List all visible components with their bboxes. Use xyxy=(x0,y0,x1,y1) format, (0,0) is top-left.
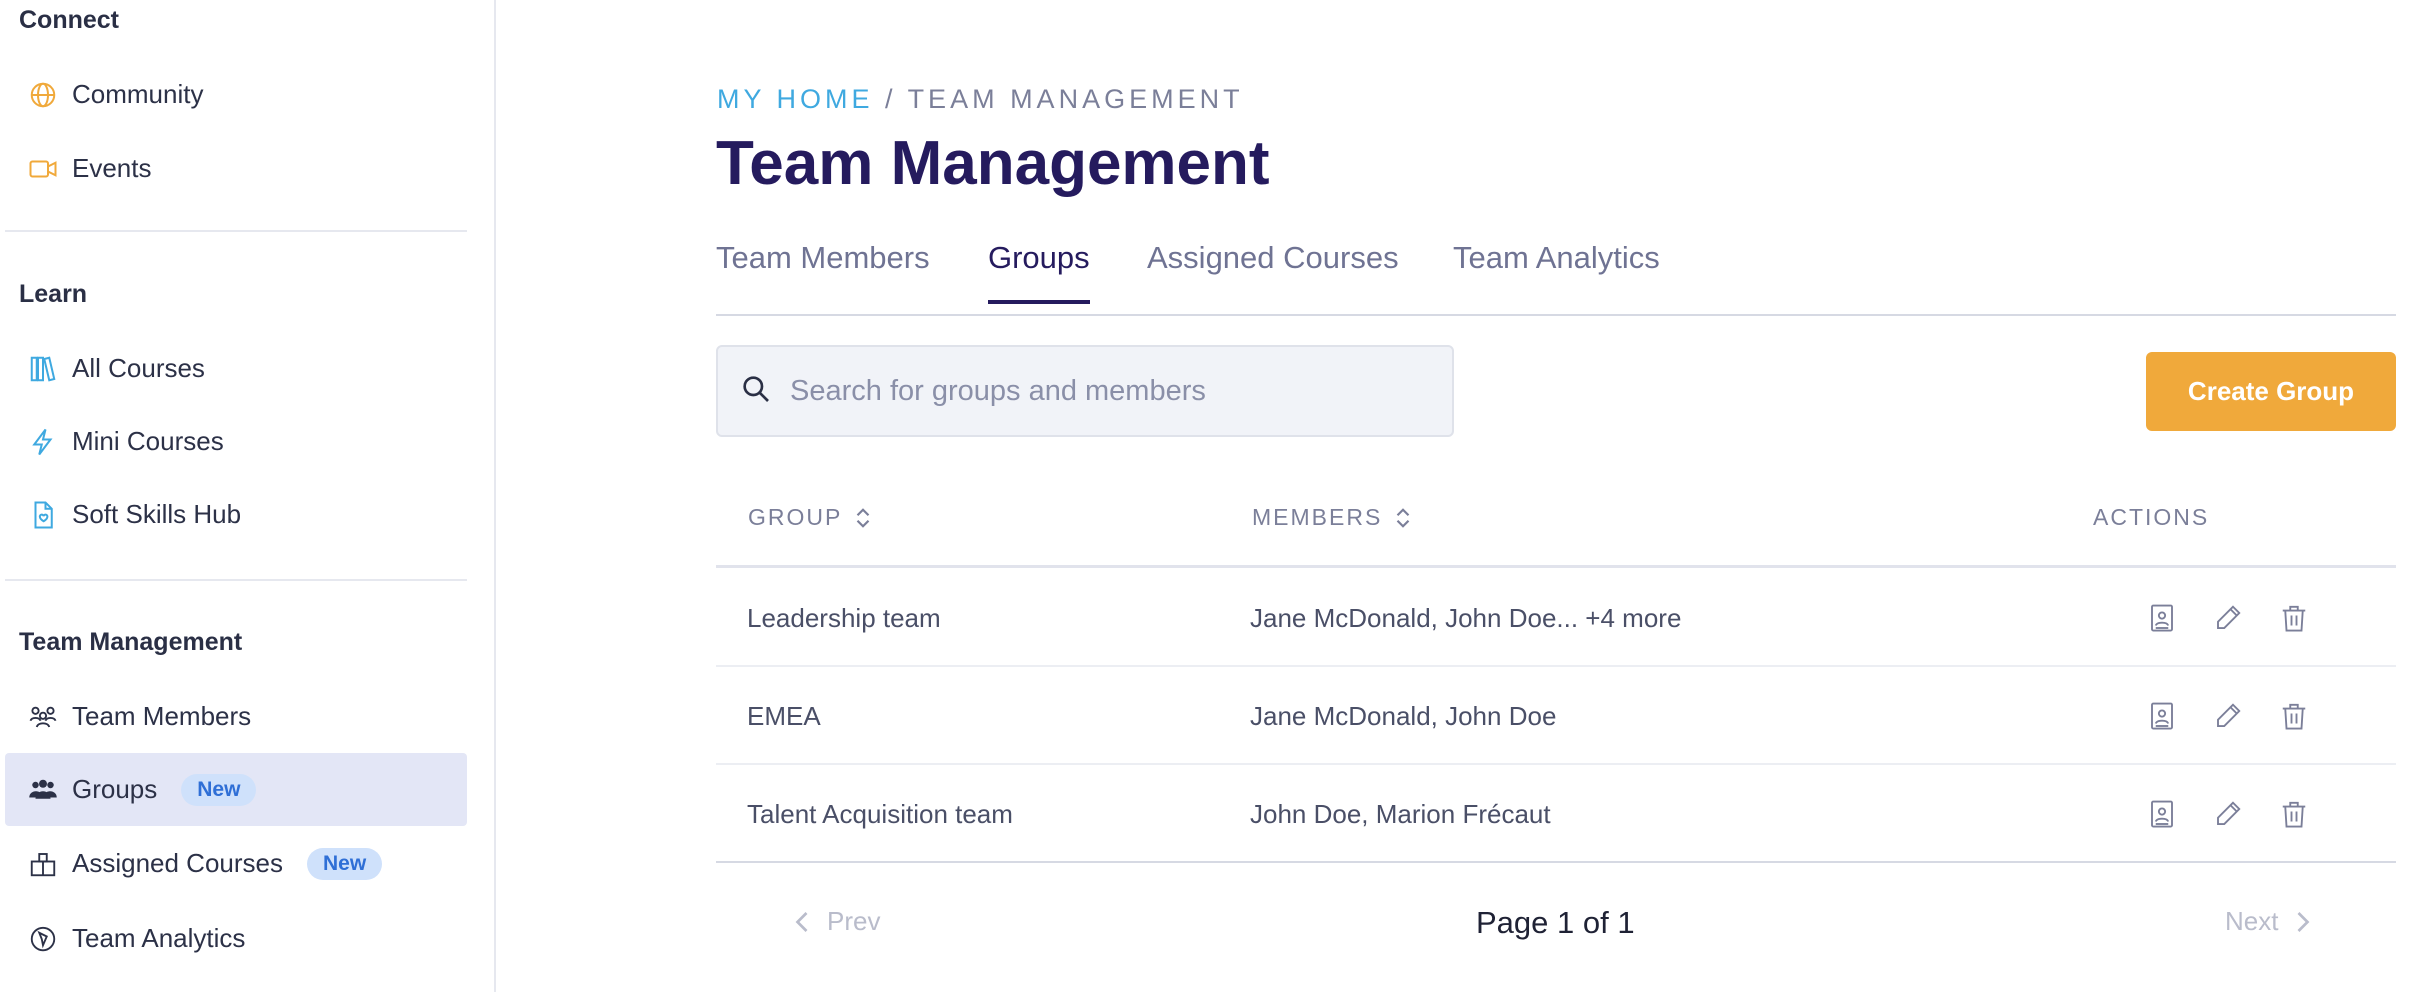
sidebar-item-label: Team Analytics xyxy=(72,923,246,953)
tab-bar: Team Members Groups Assigned Courses Tea… xyxy=(716,236,2396,316)
page-title: Team Management xyxy=(716,129,1270,198)
table-row: EMEA Jane McDonald, John Doe xyxy=(716,667,2396,765)
breadcrumb-current: TEAM MANAGEMENT xyxy=(907,84,1244,114)
video-icon xyxy=(26,152,60,186)
view-members-icon[interactable] xyxy=(2145,797,2179,831)
sidebar-item-label: Events xyxy=(72,153,152,183)
next-page-button[interactable]: Next xyxy=(2225,906,2312,937)
table-header-divider xyxy=(716,565,2396,568)
section-title-learn: Learn xyxy=(19,280,88,308)
sidebar-item-team-analytics[interactable]: Team Analytics xyxy=(5,902,467,975)
chevron-right-icon xyxy=(2298,911,2310,932)
group-name-cell: Leadership team xyxy=(747,602,941,633)
delete-trash-icon[interactable] xyxy=(2277,797,2311,831)
row-actions xyxy=(2145,765,2311,863)
tab-groups[interactable]: Groups xyxy=(988,240,1090,304)
lightning-icon xyxy=(26,425,60,459)
next-label: Next xyxy=(2225,906,2279,936)
table-row: Leadership team Jane McDonald, John Doe.… xyxy=(716,569,2396,667)
prev-page-button[interactable]: Prev xyxy=(793,906,880,937)
search-input[interactable] xyxy=(790,374,1390,408)
new-badge: New xyxy=(307,847,383,880)
edit-pencil-icon[interactable] xyxy=(2211,601,2245,635)
prev-label: Prev xyxy=(827,906,881,936)
breadcrumb: MY HOME / TEAM MANAGEMENT xyxy=(717,84,1244,115)
group-icon xyxy=(26,773,60,807)
compass-icon xyxy=(26,922,60,956)
sidebar-item-events[interactable]: Events xyxy=(5,132,467,205)
members-cell: Jane McDonald, John Doe... +4 more xyxy=(1250,602,1682,633)
column-header-actions: ACTIONS xyxy=(2093,504,2209,531)
sidebar-item-mini-courses[interactable]: Mini Courses xyxy=(5,405,467,478)
gift-icon xyxy=(26,847,60,881)
tab-assigned-courses[interactable]: Assigned Courses xyxy=(1147,240,1399,300)
tab-team-members[interactable]: Team Members xyxy=(716,240,930,300)
section-title-connect: Connect xyxy=(19,6,119,34)
view-members-icon[interactable] xyxy=(2145,699,2179,733)
sidebar-item-label: Groups xyxy=(72,774,158,804)
delete-trash-icon[interactable] xyxy=(2277,601,2311,635)
sidebar-item-community[interactable]: Community xyxy=(5,58,467,131)
sidebar-item-label: Community xyxy=(72,79,204,109)
sidebar-item-groups[interactable]: Groups New xyxy=(5,753,467,826)
members-cell: Jane McDonald, John Doe xyxy=(1250,700,1557,731)
group-name-cell: EMEA xyxy=(747,700,821,731)
chevron-left-icon xyxy=(795,911,808,932)
sidebar-item-label: All Courses xyxy=(72,353,205,383)
sidebar-item-label: Team Members xyxy=(72,701,252,731)
create-group-button[interactable]: Create Group xyxy=(2146,352,2396,431)
search-box xyxy=(716,345,1454,437)
document-heart-icon xyxy=(26,498,60,532)
page-indicator: Page 1 of 1 xyxy=(1476,905,1635,940)
column-header-group[interactable]: GROUP xyxy=(748,504,872,531)
view-members-icon[interactable] xyxy=(2145,601,2179,635)
delete-trash-icon[interactable] xyxy=(2277,699,2311,733)
column-header-label: GROUP xyxy=(748,504,843,530)
new-badge: New xyxy=(181,773,257,806)
section-title-team-management: Team Management xyxy=(19,628,243,656)
column-header-label: ACTIONS xyxy=(2093,504,2210,530)
globe-icon xyxy=(26,78,60,112)
sidebar-divider xyxy=(5,579,467,581)
members-cell: John Doe, Marion Frécaut xyxy=(1250,798,1551,829)
tab-team-analytics[interactable]: Team Analytics xyxy=(1453,240,1660,300)
sidebar-item-label: Mini Courses xyxy=(72,426,224,456)
search-icon xyxy=(740,373,790,410)
sidebar-item-soft-skills-hub[interactable]: Soft Skills Hub xyxy=(5,478,467,551)
sidebar-divider xyxy=(5,230,467,232)
sidebar-item-label: Soft Skills Hub xyxy=(72,499,242,529)
edit-pencil-icon[interactable] xyxy=(2211,699,2245,733)
edit-pencil-icon[interactable] xyxy=(2211,797,2245,831)
sort-icon xyxy=(857,507,870,528)
sidebar-item-team-members[interactable]: Team Members xyxy=(5,680,467,753)
column-header-members[interactable]: MEMBERS xyxy=(1252,504,1412,531)
sidebar-item-all-courses[interactable]: All Courses xyxy=(5,332,467,405)
books-icon xyxy=(26,352,60,386)
sidebar: Connect Community Events Learn All Cours… xyxy=(0,0,496,992)
group-name-cell: Talent Acquisition team xyxy=(747,798,1013,829)
breadcrumb-separator: / xyxy=(885,84,897,114)
users-icon xyxy=(26,700,60,734)
sidebar-item-assigned-courses[interactable]: Assigned Courses New xyxy=(5,827,467,900)
column-header-label: MEMBERS xyxy=(1252,504,1383,530)
breadcrumb-home-link[interactable]: MY HOME xyxy=(717,84,874,114)
row-actions xyxy=(2145,667,2311,765)
table-row: Talent Acquisition team John Doe, Marion… xyxy=(716,765,2396,863)
row-actions xyxy=(2145,569,2311,667)
sidebar-item-label: Assigned Courses xyxy=(72,848,283,878)
sort-icon xyxy=(1397,507,1410,528)
